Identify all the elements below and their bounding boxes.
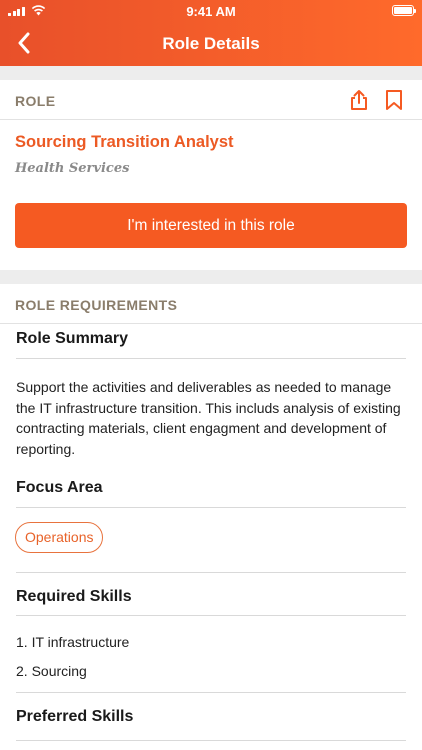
divider [16, 692, 406, 693]
focus-tag-operations[interactable]: Operations [15, 522, 104, 553]
divider [16, 740, 406, 741]
battery-icon [392, 5, 416, 16]
required-skill-item: 1. IT infrastructure [16, 634, 130, 650]
role-summary-heading: Role Summary [16, 330, 129, 347]
role-title: Sourcing Transition Analyst [15, 133, 234, 151]
divider [16, 507, 406, 508]
role-section-label: ROLE [15, 93, 56, 109]
interested-button[interactable]: I'm interested in this role [15, 203, 407, 248]
page-title: Role Details [162, 34, 260, 53]
section-separator [0, 270, 422, 284]
nav-bar: Role Details [0, 22, 422, 66]
share-button[interactable] [346, 87, 372, 113]
bookmark-button[interactable] [381, 87, 407, 113]
role-section-header: ROLE [0, 80, 422, 120]
role-summary-text: Support the activities and deliverables … [16, 379, 401, 457]
app-header: 9:41 AM Role Details [0, 0, 422, 66]
focus-area-heading: Focus Area [16, 479, 103, 496]
requirements-section-header: ROLE REQUIREMENTS [0, 284, 422, 324]
requirements-section-label: ROLE REQUIREMENTS [15, 297, 178, 313]
divider [16, 572, 406, 573]
required-skill-item: 2. Sourcing [16, 663, 87, 679]
bookmark-icon [386, 90, 402, 110]
divider [16, 615, 406, 616]
section-separator [0, 66, 422, 80]
company-name: Health Services [15, 161, 130, 176]
required-skills-heading: Required Skills [16, 588, 132, 605]
share-icon [351, 90, 367, 110]
status-time: 9:41 AM [186, 4, 236, 19]
preferred-skills-heading: Preferred Skills [16, 708, 134, 725]
status-bar: 9:41 AM [0, 0, 422, 22]
divider [16, 358, 406, 359]
